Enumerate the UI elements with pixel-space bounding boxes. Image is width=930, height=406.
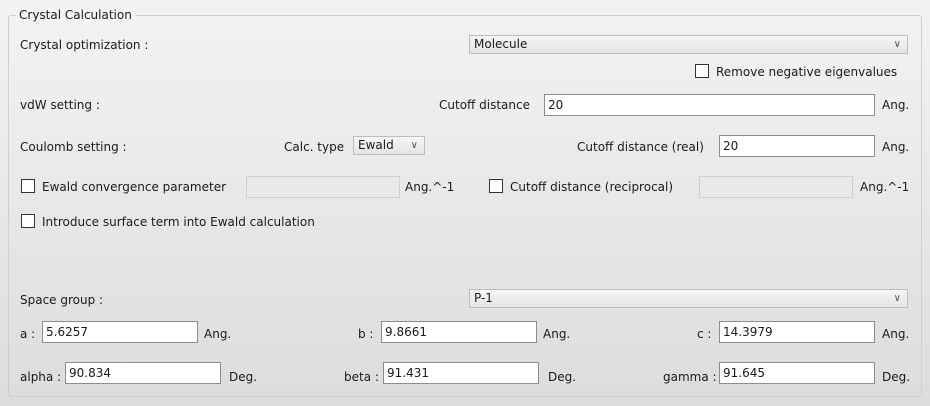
gamma-unit: Deg. [882, 370, 911, 384]
c-input[interactable]: 14.3979 [719, 321, 875, 343]
ewald-convergence-input[interactable] [246, 176, 400, 198]
vdw-cutoff-unit: Ang. [882, 98, 910, 112]
calc-type-label: Calc. type [284, 140, 345, 154]
chevron-down-icon: ∨ [893, 293, 901, 304]
alpha-input[interactable]: 90.834 [65, 362, 221, 384]
remove-negative-eigenvalues-checkbox[interactable] [695, 64, 709, 78]
remove-negative-eigenvalues-label: Remove negative eigenvalues [716, 65, 898, 79]
beta-input[interactable]: 91.431 [383, 362, 539, 384]
space-group-value: P-1 [474, 291, 493, 305]
space-group-select[interactable]: P-1 ∨ [469, 289, 908, 308]
calc-type-value: Ewald [358, 138, 394, 152]
alpha-unit: Deg. [229, 370, 258, 384]
crystal-optimization-label: Crystal optimization : [20, 38, 149, 52]
b-input[interactable]: 9.8661 [381, 321, 537, 343]
chevron-down-icon: ∨ [410, 140, 418, 151]
calc-type-select[interactable]: Ewald ∨ [353, 136, 425, 155]
c-unit: Ang. [882, 327, 910, 341]
beta-unit: Deg. [548, 370, 577, 384]
b-unit: Ang. [543, 327, 571, 341]
vdw-cutoff-input[interactable]: 20 [544, 94, 875, 116]
coulomb-setting-label: Coulomb setting : [20, 140, 127, 154]
cutoff-reciprocal-unit: Ang.^-1 [860, 180, 910, 194]
cutoff-reciprocal-input[interactable] [699, 176, 853, 198]
vdw-cutoff-label: Cutoff distance [439, 98, 530, 112]
cutoff-reciprocal-label: Cutoff distance (reciprocal) [510, 180, 674, 194]
cutoff-reciprocal-checkbox[interactable] [489, 179, 503, 193]
vdw-setting-label: vdW setting : [20, 98, 100, 112]
beta-label: beta : [344, 370, 379, 384]
surface-term-label: Introduce surface term into Ewald calcul… [42, 215, 315, 229]
crystal-optimization-value: Molecule [474, 37, 528, 51]
gamma-input[interactable]: 91.645 [719, 362, 875, 384]
crystal-optimization-select[interactable]: Molecule ∨ [469, 35, 908, 54]
cutoff-real-input[interactable]: 20 [719, 135, 875, 157]
a-input[interactable]: 5.6257 [42, 321, 198, 343]
cutoff-real-label: Cutoff distance (real) [577, 140, 704, 154]
c-label: c : [697, 327, 712, 341]
chevron-down-icon: ∨ [893, 39, 901, 50]
cutoff-real-unit: Ang. [882, 140, 910, 154]
space-group-label: Space group : [20, 293, 104, 307]
ewald-convergence-checkbox[interactable] [21, 179, 35, 193]
ewald-convergence-label: Ewald convergence parameter [42, 180, 227, 194]
a-label: a : [20, 327, 36, 341]
b-label: b : [358, 327, 374, 341]
surface-term-checkbox[interactable] [21, 214, 35, 228]
gamma-label: gamma : [663, 370, 717, 384]
ewald-convergence-unit: Ang.^-1 [405, 180, 455, 194]
a-unit: Ang. [204, 327, 232, 341]
alpha-label: alpha : [20, 370, 62, 384]
group-title: Crystal Calculation [16, 7, 135, 23]
